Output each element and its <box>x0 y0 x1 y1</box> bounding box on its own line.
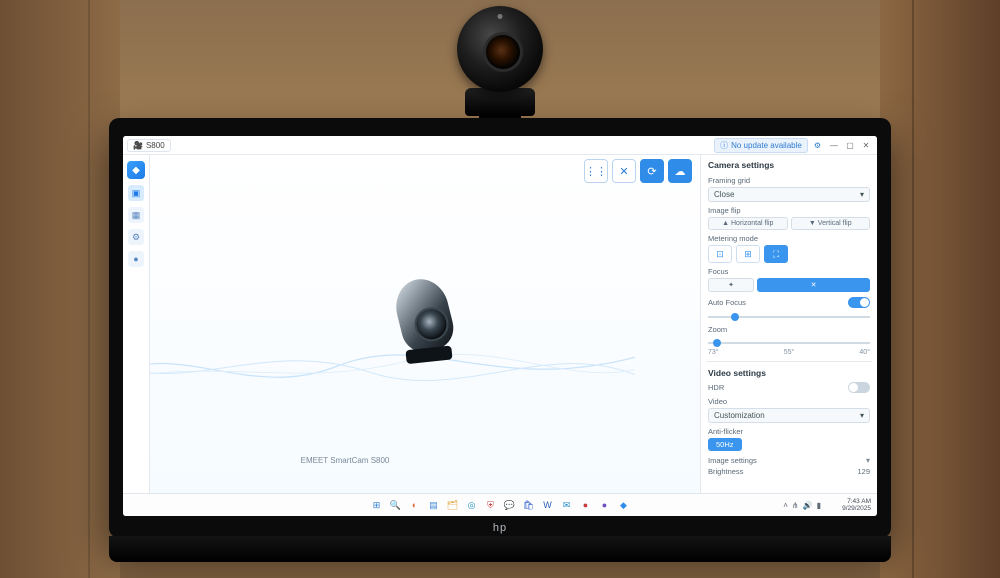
auto-focus-slider[interactable] <box>708 313 870 321</box>
device-pill[interactable]: 🎥 S800 <box>127 139 171 152</box>
video-settings-title: Video settings <box>708 368 870 378</box>
camera-icon[interactable]: ▣ <box>128 185 144 201</box>
taskbar-clock[interactable]: 7:43 AM 9/29/2025 <box>842 494 871 516</box>
video-label: Video <box>708 397 870 406</box>
minimize-button[interactable]: — <box>827 139 841 151</box>
preview-area: ⋮⋮ ✕ ⟳ ☁ <box>150 155 700 493</box>
emeet-app: 🎥 S800 ⓘ No update available ⚙ — ▢ ✕ <box>123 136 877 516</box>
widgets-icon[interactable]: ▤ <box>427 498 441 512</box>
update-text: No update available <box>731 141 802 150</box>
chat-icon[interactable]: 💬 <box>503 498 517 512</box>
audio-icon[interactable]: ⋮⋮ <box>584 159 608 183</box>
info-icon: ⓘ <box>720 140 728 151</box>
copilot-icon[interactable]: ◐ <box>408 498 422 512</box>
framing-grid-label: Framing grid <box>708 176 870 185</box>
clock-time: 7:43 AM <box>847 498 871 505</box>
chat-icon[interactable]: ☁ <box>668 159 692 183</box>
laptop-brand: hp <box>493 522 507 534</box>
metering-option-2[interactable]: ⊞ <box>736 245 760 263</box>
start-icon[interactable]: ⊞ <box>370 498 384 512</box>
settings-icon[interactable]: ⚙ <box>128 229 144 245</box>
settings-gear-icon[interactable]: ⚙ <box>814 141 821 150</box>
app-logo-icon[interactable]: ◆ <box>127 161 145 179</box>
preview-toolbar: ⋮⋮ ✕ ⟳ ☁ <box>584 159 692 183</box>
tools-icon[interactable]: ✕ <box>612 159 636 183</box>
brightness-label: Brightness <box>708 467 743 476</box>
laptop: 🎥 S800 ⓘ No update available ⚙ — ▢ ✕ <box>109 118 891 538</box>
wifi-icon[interactable]: ⋔ <box>792 501 799 510</box>
clock-date: 9/29/2025 <box>842 505 871 512</box>
hdr-label: HDR <box>708 383 724 392</box>
edge-icon[interactable]: ◎ <box>465 498 479 512</box>
close-button[interactable]: ✕ <box>859 139 873 151</box>
image-settings-label: Image settings <box>708 456 757 465</box>
wave-graphic <box>150 331 635 401</box>
metering-option-3[interactable]: ⛶ <box>764 245 788 263</box>
webcam-small-icon: 🎥 <box>133 141 143 150</box>
brightness-value: 129 <box>857 467 870 476</box>
volume-icon[interactable]: 🔊 <box>803 501 813 510</box>
titlebar: 🎥 S800 ⓘ No update available ⚙ — ▢ ✕ <box>123 136 877 155</box>
product-label: EMEET SmartCam S800 <box>150 456 540 465</box>
shield-icon[interactable]: ⛨ <box>484 498 498 512</box>
app3-icon[interactable]: ◆ <box>617 498 631 512</box>
maximize-button[interactable]: ▢ <box>843 139 857 151</box>
store-icon[interactable]: 🛍 <box>522 498 536 512</box>
framing-grid-dropdown[interactable]: Close ▾ <box>708 187 870 202</box>
chevron-down-icon: ▾ <box>860 190 864 199</box>
auto-focus-toggle[interactable] <box>848 297 870 308</box>
zoom-tick-1: 73° <box>708 349 719 356</box>
mail-icon[interactable]: ✉ <box>560 498 574 512</box>
battery-icon[interactable]: ▮ <box>817 501 821 510</box>
taskbar-icons: ⊞ 🔍 ◐ ▤ 🗂 ◎ ⛨ 💬 🛍 W ✉ ● ● ◆ <box>370 498 631 512</box>
framing-grid-value: Close <box>714 190 734 199</box>
focus-option-2[interactable]: ✕ <box>757 278 870 292</box>
chevron-down-icon[interactable]: ▾ <box>866 456 870 465</box>
word-icon[interactable]: W <box>541 498 555 512</box>
left-rail: ◆ ▣ ▦ ⚙ ● <box>123 155 150 493</box>
zoom-label: Zoom <box>708 325 870 334</box>
camera-settings-title: Camera settings <box>708 160 870 170</box>
grid-icon[interactable]: ▦ <box>128 207 144 223</box>
mic-icon[interactable]: ● <box>128 251 144 267</box>
hdr-toggle[interactable] <box>848 382 870 393</box>
app1-icon[interactable]: ● <box>579 498 593 512</box>
device-name: S800 <box>146 141 165 150</box>
app2-icon[interactable]: ● <box>598 498 612 512</box>
chevron-up-icon[interactable]: ˄ <box>783 501 788 510</box>
metering-option-1[interactable]: ⊡ <box>708 245 732 263</box>
video-value: Customization <box>714 411 765 420</box>
explorer-icon[interactable]: 🗂 <box>446 498 460 512</box>
search-icon[interactable]: 🔍 <box>389 498 403 512</box>
zoom-tick-3: 40° <box>859 349 870 356</box>
anti-flicker-label: Anti-flicker <box>708 427 870 436</box>
image-flip-label: Image flip <box>708 206 870 215</box>
system-tray[interactable]: ˄ ⋔ 🔊 ▮ <box>783 494 821 516</box>
metering-label: Metering mode <box>708 234 870 243</box>
auto-focus-label: Auto Focus <box>708 298 746 307</box>
refresh-icon[interactable]: ⟳ <box>640 159 664 183</box>
update-status[interactable]: ⓘ No update available <box>714 138 808 153</box>
horizontal-flip-button[interactable]: ▲Horizontal flip <box>708 217 788 230</box>
zoom-slider[interactable] <box>708 339 870 347</box>
focus-option-1[interactable]: ✦ <box>708 278 754 292</box>
video-dropdown[interactable]: Customization ▾ <box>708 408 870 423</box>
windows-taskbar: ⊞ 🔍 ◐ ▤ 🗂 ◎ ⛨ 💬 🛍 W ✉ ● ● ◆ ˄ ⋔ 🔊 ▮ 7:43 AM 9/29/2025 <box>123 493 877 516</box>
vertical-flip-button[interactable]: ▼Vertical flip <box>791 217 871 230</box>
settings-panel: Camera settings Framing grid Close ▾ Ima… <box>700 155 877 493</box>
anti-flicker-button[interactable]: 50Hz <box>708 438 742 451</box>
product-image <box>398 279 452 362</box>
chevron-down-icon: ▾ <box>860 411 864 420</box>
zoom-tick-2: 55° <box>784 349 795 356</box>
external-webcam <box>457 6 543 126</box>
focus-label: Focus <box>708 267 870 276</box>
